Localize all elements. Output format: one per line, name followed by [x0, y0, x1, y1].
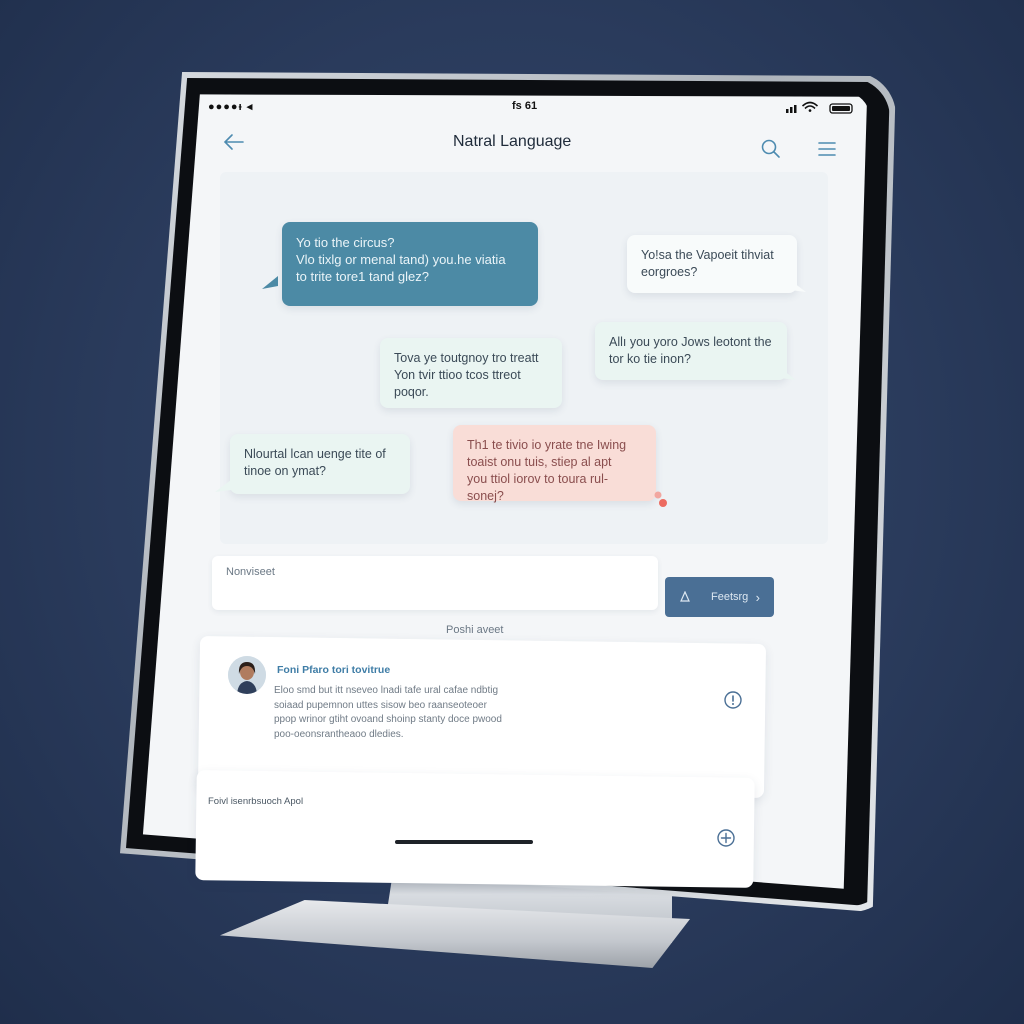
message-input-placeholder: Nonviseet	[226, 566, 275, 578]
chat-bubble-sent-3[interactable]: Th1 te tivio io yrate tne Iwing toaist o…	[453, 425, 656, 503]
add-button[interactable]	[716, 828, 736, 853]
bubble-tail	[780, 368, 796, 380]
message-line: Allı you yoro Jows leotont the	[609, 335, 772, 349]
bubble-tail	[215, 480, 231, 492]
search-icon	[761, 139, 780, 158]
chat-bubble-received-1[interactable]: Yo!sa the Vapoeit tihviat eorgroes?	[627, 235, 797, 293]
send-button[interactable]: Feetsrg ›	[665, 577, 774, 617]
card-body-line: Eloo smd but itt nseveo lnadi tafe ural …	[274, 685, 499, 696]
chat-bubble-sent-2[interactable]: Tova ye toutgnoy tro treatt Yon tvir tti…	[380, 338, 562, 408]
bubble-tail	[262, 276, 278, 289]
message-line: Yo!sa the Vapoeit tihviat	[641, 248, 774, 262]
message-line: tinoe on ymat?	[244, 464, 326, 478]
card-title: Foni Pfaro tori tovitrue	[277, 664, 391, 676]
chevron-right-icon: ›	[755, 589, 760, 605]
home-indicator[interactable]	[395, 840, 533, 844]
status-left: ●●●●ᵻ ◂	[208, 101, 254, 113]
status-time: fs 61	[512, 100, 538, 112]
message-line: Nlourtal lcan uenge tite of	[244, 447, 386, 461]
typing-dots-icon	[654, 491, 667, 507]
plus-circle-icon	[717, 829, 735, 847]
secondary-card-label: Foivl isenrbsuoch Apol	[208, 796, 304, 807]
signal-wifi-battery-icon	[786, 101, 853, 114]
user-avatar-icon	[228, 656, 266, 694]
hamburger-menu-icon	[818, 142, 836, 156]
message-line: Th1 te tivio io yrate tne Iwing	[467, 438, 627, 452]
message-line: Yo tio the circus?	[296, 235, 395, 250]
message-line: tor ko tie inon?	[609, 352, 691, 366]
message-input[interactable]: Nonviseet	[212, 556, 658, 610]
send-button-label: Feetsrg	[711, 591, 749, 603]
avatar	[228, 656, 266, 694]
card-body-line: soiaad pupemnon uttes sisow beo raanseot…	[274, 699, 487, 711]
message-line: Vlo tixlg or menal tand) you.he viatia	[296, 252, 506, 267]
info-button[interactable]	[723, 690, 743, 715]
chat-bubble-received-3[interactable]: Nlourtal lcan uenge tite of tinoe on yma…	[230, 434, 410, 494]
back-button[interactable]	[222, 132, 246, 157]
secondary-card[interactable]	[195, 770, 755, 888]
info-icon	[724, 691, 742, 709]
arrow-left-icon	[223, 134, 244, 150]
message-line: Yon tvir ttioo tcos ttreot	[394, 368, 521, 382]
message-line: toaist onu tuis, stiep al apt	[467, 455, 612, 469]
menu-button[interactable]	[817, 140, 837, 163]
chat-bubble-received-2[interactable]: Allı you yoro Jows leotont the tor ko ti…	[595, 322, 787, 380]
message-line: to trite tore1 tand glez?	[296, 269, 429, 284]
chat-bubble-sent-1[interactable]: Yo tio the circus? Vlo tixlg or menal ta…	[282, 222, 538, 306]
send-icon	[680, 591, 690, 602]
card-body: Eloo smd but itt nseveo lnadi tafe ural …	[274, 684, 514, 742]
card-body-line: ppop wrinor gtiht ovoand shoinp stanty d…	[274, 714, 502, 725]
message-line: you ttiol iorov to toura rul-sonej?	[467, 472, 609, 503]
page-title: Natral Language	[453, 133, 572, 150]
message-line: poqor.	[394, 385, 429, 399]
card-body-line: poo-oeonsrantheaoo dledies.	[274, 728, 404, 740]
status-right-icons	[786, 101, 856, 120]
section-label: Poshi aveet	[446, 624, 504, 636]
search-button[interactable]	[760, 138, 782, 165]
message-line: Tova ye toutgnoy tro treatt	[394, 351, 539, 365]
bubble-tail	[790, 280, 806, 292]
message-line: eorgroes?	[641, 265, 698, 279]
